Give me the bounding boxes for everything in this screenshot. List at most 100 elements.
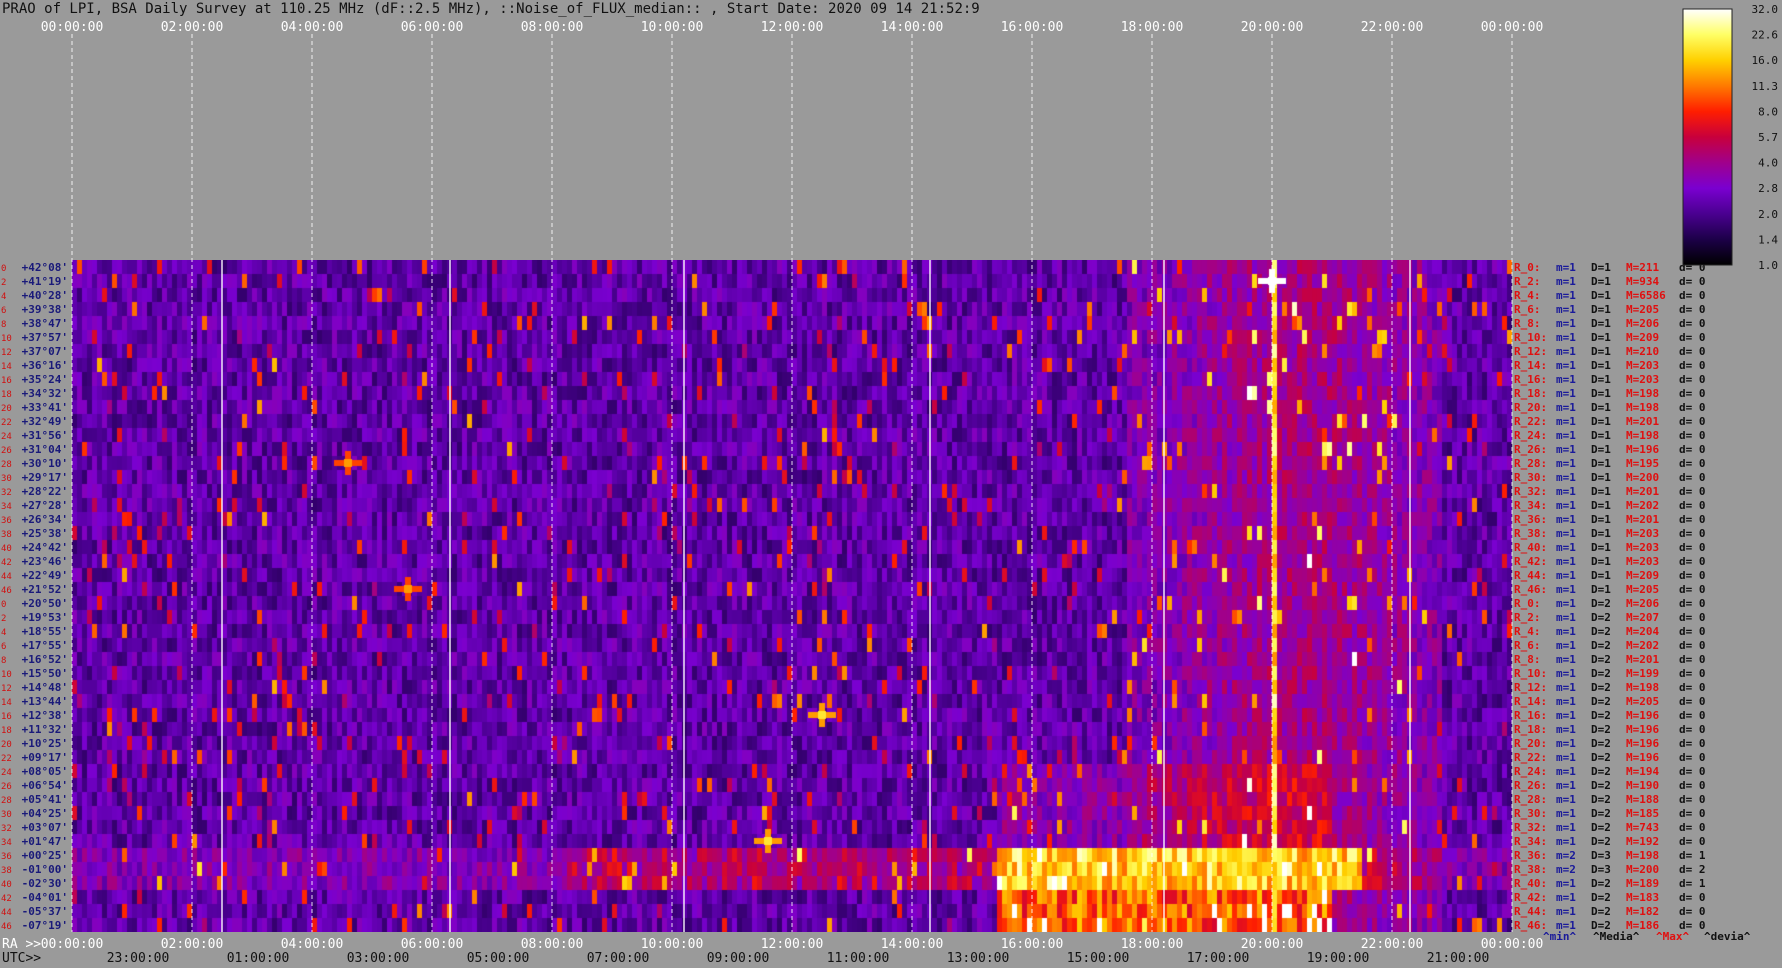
row-index-label: 0 — [1, 600, 6, 610]
row-stat-4: d= 0 — [1679, 821, 1706, 834]
declination-label: +40°28' — [22, 289, 68, 302]
row-stat-4: d= 0 — [1679, 583, 1706, 596]
row-stat-3: M=194 — [1626, 765, 1659, 778]
declination-label: +16°52' — [22, 653, 68, 666]
row-stat-2: D=2 — [1591, 709, 1611, 722]
row-stat-0: R_20: — [1514, 401, 1547, 414]
row-stat-3: M=203 — [1626, 359, 1659, 372]
row-stat-2: D=2 — [1591, 835, 1611, 848]
row-stat-3: M=198 — [1626, 401, 1659, 414]
top-tick-label: 22:00:00 — [1361, 20, 1424, 35]
row-stat-4: d= 0 — [1679, 471, 1706, 484]
row-stat-4: d= 0 — [1679, 415, 1706, 428]
declination-label: +06°54' — [22, 779, 68, 792]
declination-label: +22°49' — [22, 569, 68, 582]
declination-label: +34°32' — [22, 387, 68, 400]
row-stat-2: D=1 — [1591, 359, 1611, 372]
row-stat-4: d= 0 — [1679, 401, 1706, 414]
row-index-label: 28 — [1, 796, 12, 806]
row-stat-1: m=1 — [1556, 793, 1576, 806]
top-tick-label: 04:00:00 — [281, 20, 344, 35]
row-index-label: 18 — [1, 390, 12, 400]
bottom-axis: RA >> 00:00:00 02:00:00 04:00:00 06:00:00 08:… — [2, 937, 1543, 966]
row-index-label: 30 — [1, 810, 12, 820]
row-stat-2: D=1 — [1591, 457, 1611, 470]
colorbar-tick-label: 16.0 — [1752, 54, 1779, 67]
declination-label: -04°01' — [22, 891, 68, 904]
row-stat-2: D=1 — [1591, 387, 1611, 400]
row-stat-2: D=1 — [1591, 471, 1611, 484]
row-stat-0: R_14: — [1514, 695, 1547, 708]
utc-axis-label: UTC>> — [2, 951, 41, 966]
colorbar-tick-label: 1.0 — [1758, 259, 1778, 272]
row-stat-1: m=1 — [1556, 821, 1576, 834]
row-stat-4: d= 0 — [1679, 765, 1706, 778]
declination-label: -02°30' — [22, 877, 68, 890]
row-stat-0: R_28: — [1514, 793, 1547, 806]
declination-label: +12°38' — [22, 709, 68, 722]
row-stat-4: d= 0 — [1679, 527, 1706, 540]
row-stat-2: D=1 — [1591, 499, 1611, 512]
row-stat-1: m=1 — [1556, 877, 1576, 890]
row-stat-4: d= 0 — [1679, 681, 1706, 694]
survey-chart: 00:00:00 02:00:00 04:00:00 06:00:00 08:00:00… — [1, 3, 1779, 966]
row-stat-2: D=2 — [1591, 821, 1611, 834]
row-stat-0: R_40: — [1514, 541, 1547, 554]
row-index-label: 42 — [1, 558, 12, 568]
row-stat-1: m=1 — [1556, 723, 1576, 736]
row-index-label: 8 — [1, 320, 6, 330]
top-tick-label: 16:00:00 — [1001, 20, 1064, 35]
row-stat-1: m=1 — [1556, 289, 1576, 302]
row-stat-3: M=198 — [1626, 429, 1659, 442]
row-stat-1: m=1 — [1556, 751, 1576, 764]
row-index-label: 26 — [1, 782, 12, 792]
row-index-label: 30 — [1, 474, 12, 484]
colorbar-tick-label: 4.0 — [1758, 157, 1778, 170]
row-stat-2: D=2 — [1591, 793, 1611, 806]
row-stat-2: D=1 — [1591, 275, 1611, 288]
row-stat-0: R_22: — [1514, 751, 1547, 764]
row-stat-0: R_28: — [1514, 457, 1547, 470]
row-stat-2: D=2 — [1591, 779, 1611, 792]
declination-label: +28°22' — [22, 485, 68, 498]
row-stat-0: R_24: — [1514, 765, 1547, 778]
declination-label: +37°57' — [22, 331, 68, 344]
row-stat-0: R_30: — [1514, 807, 1547, 820]
row-stat-4: d= 0 — [1679, 569, 1706, 582]
row-stat-4: d= 0 — [1679, 443, 1706, 456]
row-stat-2: D=1 — [1591, 583, 1611, 596]
declination-label: +30°10' — [22, 457, 68, 470]
row-stat-0: R_42: — [1514, 891, 1547, 904]
row-stat-3: M=196 — [1626, 737, 1659, 750]
top-tick-label: 12:00:00 — [761, 20, 824, 35]
row-stat-2: D=2 — [1591, 723, 1611, 736]
row-stat-1: m=1 — [1556, 569, 1576, 582]
row-index-label: 38 — [1, 866, 12, 876]
row-stat-4: d= 0 — [1679, 653, 1706, 666]
row-stat-0: R_4: — [1514, 625, 1541, 638]
row-stat-2: D=2 — [1591, 905, 1611, 918]
row-stat-2: D=1 — [1591, 429, 1611, 442]
row-stat-3: M=209 — [1626, 569, 1659, 582]
row-index-label: 6 — [1, 642, 6, 652]
declination-label: +01°47' — [22, 835, 68, 848]
ra-tick-label: 14:00:00 — [881, 937, 944, 952]
ra-tick-label: 02:00:00 — [161, 937, 224, 952]
row-stat-4: d= 0 — [1679, 807, 1706, 820]
row-stat-3: M=205 — [1626, 303, 1659, 316]
declination-label: +13°44' — [22, 695, 68, 708]
row-stat-1: m=1 — [1556, 331, 1576, 344]
row-stat-3: M=205 — [1626, 583, 1659, 596]
row-index-label: 22 — [1, 418, 12, 428]
legend-item: ^Media^ — [1593, 930, 1640, 943]
row-stat-3: M=201 — [1626, 415, 1659, 428]
row-index-label: 4 — [1, 628, 6, 638]
colorbar-tick-label: 8.0 — [1758, 105, 1778, 118]
top-tick-label: 10:00:00 — [641, 20, 704, 35]
row-index-label: 2 — [1, 614, 6, 624]
row-index-label: 14 — [1, 698, 12, 708]
row-stat-2: D=2 — [1591, 681, 1611, 694]
top-tick-label: 02:00:00 — [161, 20, 224, 35]
row-stat-4: d= 0 — [1679, 723, 1706, 736]
row-stat-0: R_12: — [1514, 681, 1547, 694]
